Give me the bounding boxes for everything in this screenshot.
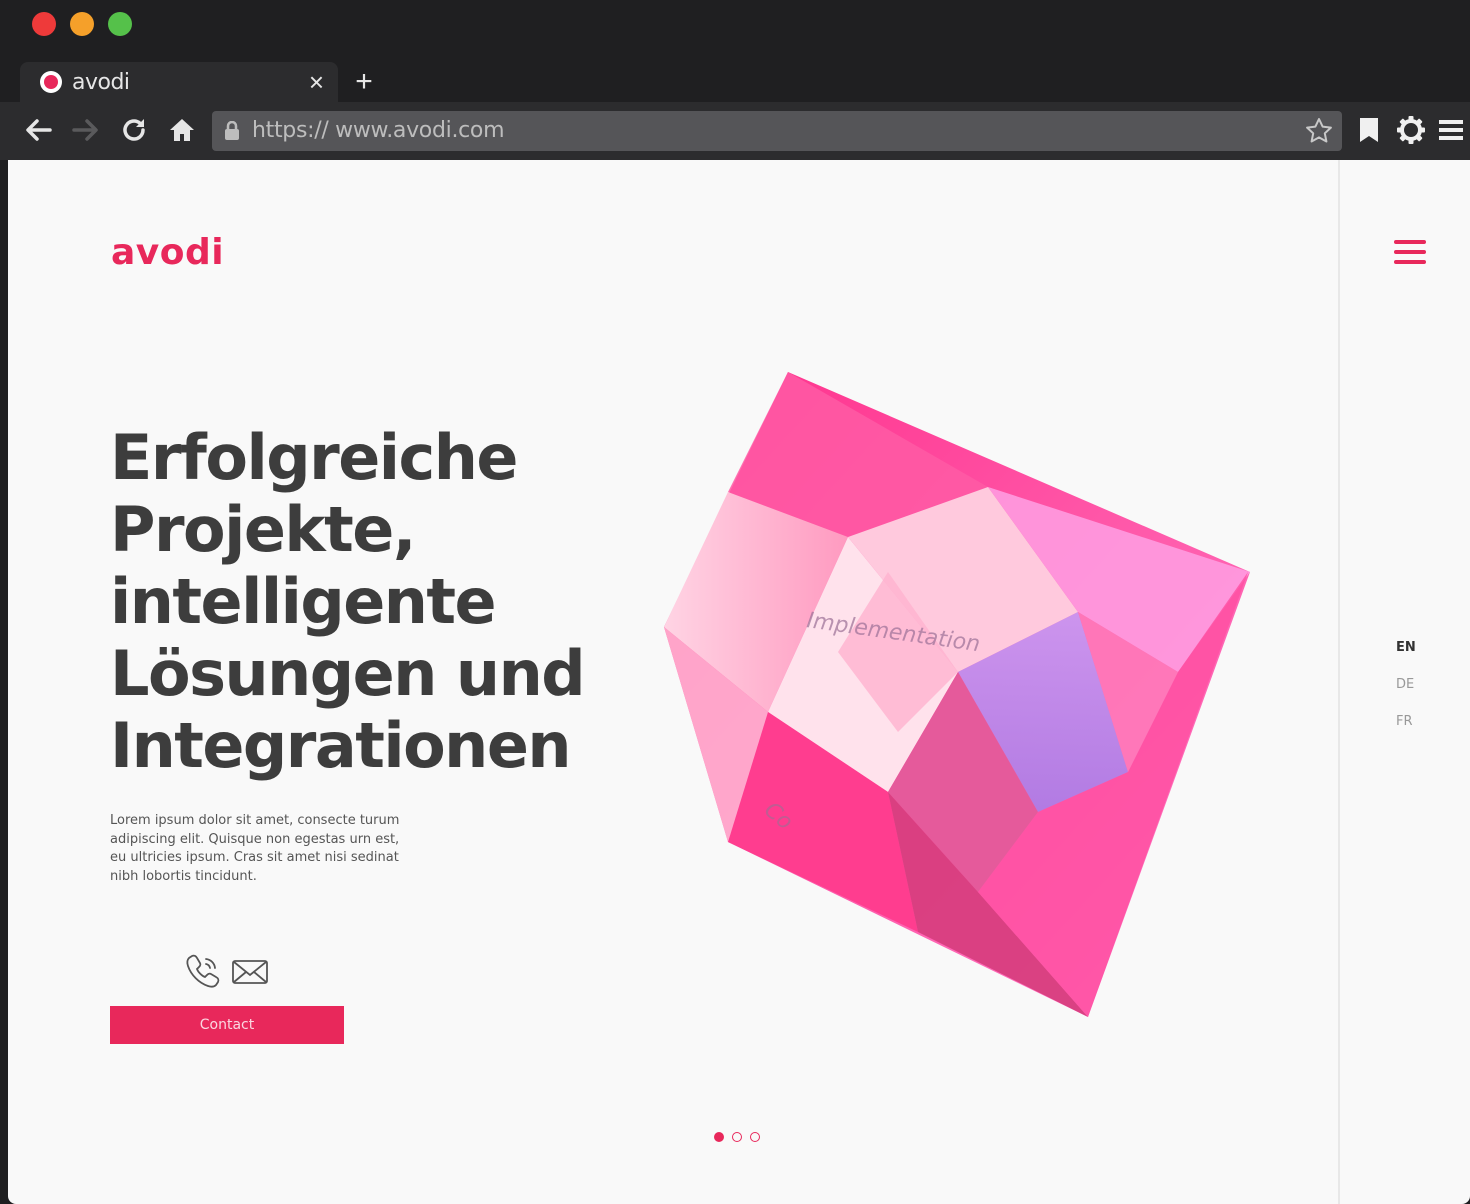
contact-icons [184,952,270,995]
slider-dot[interactable] [714,1132,724,1142]
address-bar[interactable]: https:// www.avodi.com [212,111,1342,151]
crystal-illustration: Implementation Co [658,372,1268,1037]
phone-icon[interactable] [184,952,222,995]
settings-gear-icon[interactable] [1394,112,1428,148]
headline-line: Projekte, [110,493,416,566]
tab-avodi[interactable]: avodi × [20,62,338,102]
slider-pagination [714,1132,760,1142]
browser-window: avodi × + https:// www.avodi.com avodi E… [0,0,1470,1204]
slider-dot[interactable] [750,1132,760,1142]
home-icon[interactable] [164,112,200,148]
contact-button[interactable]: Contact [110,1006,344,1044]
web-page: avodi EN DE FR Erfolgreiche Projekte, in… [8,160,1470,1204]
side-rail-divider [1338,160,1340,1204]
headline-line: intelligente [110,565,497,638]
minimize-window-button[interactable] [70,12,94,36]
browser-toolbar: https:// www.avodi.com [0,102,1470,160]
lock-icon [224,120,240,146]
tab-close-button[interactable]: × [309,68,324,96]
hamburger-menu-icon[interactable] [1394,240,1426,266]
slider-dot[interactable] [732,1132,742,1142]
url-text: https:// www.avodi.com [252,118,505,143]
new-tab-button[interactable]: + [344,62,384,102]
reload-icon[interactable] [116,112,152,148]
hero-headline: Erfolgreiche Projekte, intelligente Lösu… [110,422,610,782]
mail-icon[interactable] [230,952,270,995]
bookmark-icon[interactable] [1352,112,1386,148]
site-logo[interactable]: avodi [111,232,224,273]
favicon-icon [40,71,62,93]
menu-lines-icon[interactable] [1436,112,1466,148]
forward-arrow-icon[interactable] [68,112,104,148]
headline-line: Integrationen [110,709,572,782]
hero-lead-text: Lorem ipsum dolor sit amet, consecte tur… [110,813,400,884]
lang-de[interactable]: DE [1396,677,1436,692]
star-icon[interactable] [1304,116,1334,151]
maximize-window-button[interactable] [108,12,132,36]
tab-title: avodi [72,69,130,95]
headline-line: Erfolgreiche [110,421,518,494]
lang-en[interactable]: EN [1396,640,1436,655]
window-controls [32,12,132,38]
lang-fr[interactable]: FR [1396,714,1436,729]
language-switcher: EN DE FR [1396,640,1436,751]
headline-line: Lösungen und [110,637,586,710]
back-arrow-icon[interactable] [20,112,56,148]
close-window-button[interactable] [32,12,56,36]
tab-bar: avodi × + [20,62,384,102]
